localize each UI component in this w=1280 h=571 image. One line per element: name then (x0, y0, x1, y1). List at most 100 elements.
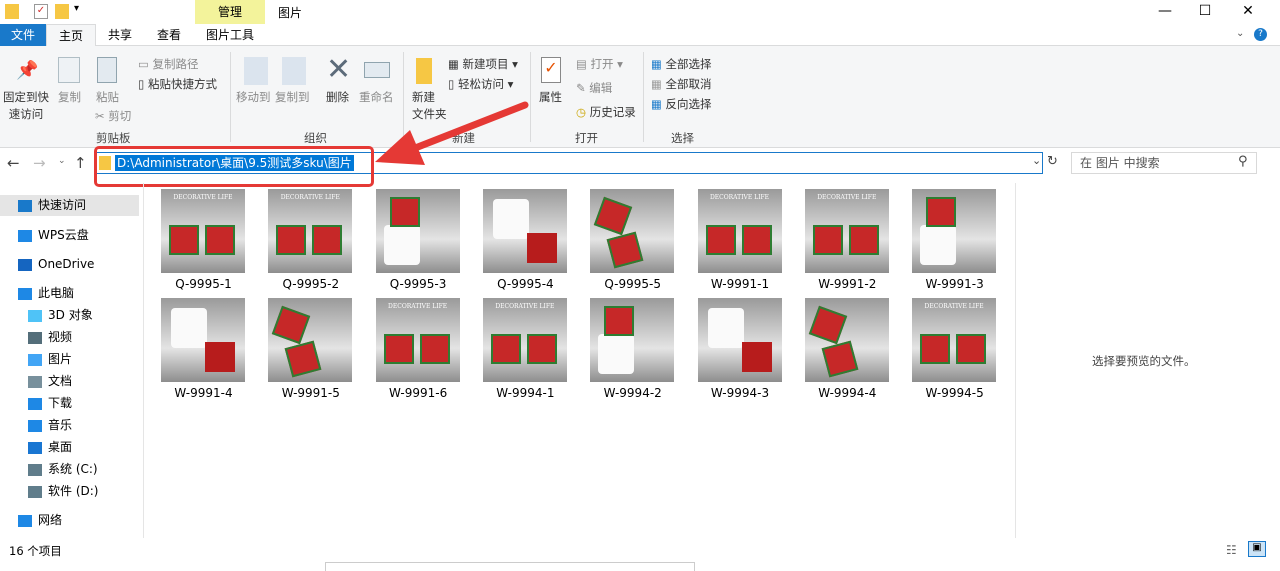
cut-button[interactable]: ✂ 剪切 (95, 108, 131, 124)
file-thumbnail[interactable]: DECORATIVE LIFE (697, 189, 782, 273)
back-arrow-icon[interactable]: ← (7, 154, 20, 172)
history-button[interactable]: ◷ 历史记录 (576, 104, 636, 120)
sidebar-item[interactable]: 软件 (D:) (28, 481, 98, 501)
tab-picture-tools[interactable]: 图片工具 (197, 24, 263, 46)
tab-file[interactable]: 文件 (0, 24, 46, 46)
file-name[interactable]: W-9991-5 (257, 386, 364, 400)
sidebar-item[interactable]: 音乐 (28, 415, 72, 435)
file-name[interactable]: W-9994-4 (794, 386, 901, 400)
file-thumbnail[interactable] (590, 298, 675, 382)
paste-shortcut-button[interactable]: ▯ 粘贴快捷方式 (138, 76, 217, 92)
file-name[interactable]: Q-9995-2 (257, 277, 364, 291)
sidebar-item-label: 系统 (C:) (48, 462, 98, 476)
open-button[interactable]: ▤ 打开 ▾ (576, 56, 623, 72)
maximize-button[interactable]: ☐ (1182, 0, 1228, 24)
context-tab-manage[interactable]: 管理 (195, 0, 265, 24)
copy-to-button[interactable]: 复制到 (275, 89, 310, 105)
file-thumbnail[interactable]: DECORATIVE LIFE (268, 189, 353, 273)
file-name[interactable]: W-9994-5 (901, 386, 1008, 400)
pin-quick-access-button[interactable]: 固定到快速访问 (3, 89, 49, 123)
search-icon[interactable]: ⚲ (1238, 154, 1248, 169)
file-name[interactable]: W-9994-2 (579, 386, 686, 400)
network-icon (18, 514, 32, 527)
tab-home[interactable]: 主页 (46, 24, 96, 47)
close-button[interactable]: ✕ (1225, 0, 1271, 24)
properties-check-icon[interactable]: ✓ (34, 4, 48, 19)
address-dropdown-icon[interactable]: ⌄ (1032, 154, 1041, 167)
help-icon[interactable]: ? (1254, 28, 1267, 41)
sidebar-item[interactable]: 图片 (28, 349, 72, 369)
properties-button[interactable]: 属性 (539, 89, 562, 105)
invert-selection-icon: ▦ (651, 97, 662, 111)
recent-locations-chevron-icon[interactable]: ⌄ (58, 156, 66, 166)
large-icons-view-icon[interactable]: ▣ (1248, 541, 1266, 557)
sidebar-item[interactable]: 系统 (C:) (28, 459, 98, 479)
tab-share[interactable]: 共享 (100, 24, 140, 46)
file-name[interactable]: Q-9995-5 (579, 277, 686, 291)
copy-button[interactable]: 复制 (58, 89, 81, 105)
new-folder-icon[interactable] (55, 4, 69, 19)
sidebar-item[interactable]: OneDrive (18, 254, 94, 274)
file-name[interactable]: Q-9995-3 (365, 277, 472, 291)
select-none-button[interactable]: ▦ 全部取消 (651, 76, 712, 92)
file-thumbnail[interactable]: DECORATIVE LIFE (912, 298, 997, 382)
up-arrow-icon[interactable]: ↑ (74, 154, 87, 172)
move-to-button[interactable]: 移动到 (236, 89, 271, 105)
sidebar-item[interactable]: 视频 (28, 327, 72, 347)
search-input[interactable]: 在 图片 中搜索 (1071, 152, 1257, 174)
forward-arrow-icon[interactable]: → (33, 154, 46, 172)
paste-button[interactable]: 粘贴 (96, 89, 119, 105)
file-thumbnail[interactable] (375, 189, 460, 273)
delete-button[interactable]: 删除 (326, 89, 349, 105)
sidebar-item[interactable]: 桌面 (28, 437, 72, 457)
group-organize-label: 组织 (304, 131, 327, 145)
invert-selection-button[interactable]: ▦ 反向选择 (651, 96, 712, 112)
new-item-button[interactable]: ▦ 新建项目 ▾ (448, 56, 518, 72)
sidebar-item[interactable]: WPS云盘 (18, 225, 89, 245)
refresh-icon[interactable]: ↻ (1047, 154, 1058, 169)
paste-shortcut-icon: ▯ (138, 77, 145, 91)
thumbnail-caption: DECORATIVE LIFE (495, 303, 555, 310)
file-name[interactable]: W-9991-6 (365, 386, 472, 400)
thumbnail-caption: DECORATIVE LIFE (924, 303, 984, 310)
file-name[interactable]: Q-9995-4 (472, 277, 579, 291)
divider (530, 52, 531, 142)
sidebar-item[interactable]: 下载 (28, 393, 72, 413)
file-thumbnail[interactable] (161, 298, 245, 382)
file-name[interactable]: W-9991-1 (687, 277, 794, 291)
easy-access-button[interactable]: ▯ 轻松访问 ▾ (448, 76, 513, 92)
tab-view[interactable]: 查看 (148, 24, 190, 46)
expand-ribbon-icon[interactable]: ⌄ (1236, 28, 1244, 39)
file-thumbnail[interactable]: DECORATIVE LIFE (375, 298, 460, 382)
history-label: 历史记录 (589, 105, 636, 119)
copy-path-button[interactable]: ▭ 复制路径 (138, 56, 199, 72)
file-thumbnail[interactable] (590, 189, 675, 273)
file-thumbnail[interactable] (268, 298, 353, 382)
customize-quick-access-icon[interactable]: ▾ (74, 3, 79, 14)
file-name[interactable]: W-9994-1 (472, 386, 579, 400)
file-thumbnail[interactable] (912, 189, 997, 273)
file-thumbnail[interactable] (482, 189, 567, 273)
sidebar-item[interactable]: 网络 (18, 510, 62, 530)
file-name[interactable]: W-9991-3 (901, 277, 1008, 291)
file-thumbnail[interactable]: DECORATIVE LIFE (161, 189, 245, 273)
music-icon (28, 419, 42, 432)
drive-icon (28, 485, 42, 498)
details-view-icon[interactable]: ☷ (1226, 543, 1237, 557)
file-thumbnail[interactable]: DECORATIVE LIFE (804, 189, 889, 273)
file-thumbnail[interactable]: DECORATIVE LIFE (482, 298, 567, 382)
file-name[interactable]: W-9991-4 (150, 386, 257, 400)
select-all-button[interactable]: ▦ 全部选择 (651, 56, 712, 72)
sidebar-item[interactable]: 快速访问 (18, 195, 86, 215)
file-name[interactable]: W-9991-2 (794, 277, 901, 291)
file-name[interactable]: Q-9995-1 (150, 277, 257, 291)
sidebar-item[interactable]: 3D 对象 (28, 305, 93, 325)
paste-icon (97, 57, 117, 83)
new-item-label: 新建项目 (462, 57, 509, 71)
sidebar-item[interactable]: 此电脑 (18, 283, 74, 303)
edit-button[interactable]: ✎ 编辑 (576, 80, 612, 96)
file-thumbnail[interactable] (697, 298, 782, 382)
sidebar-item[interactable]: 文档 (28, 371, 72, 391)
file-name[interactable]: W-9994-3 (687, 386, 794, 400)
file-thumbnail[interactable] (804, 298, 889, 382)
